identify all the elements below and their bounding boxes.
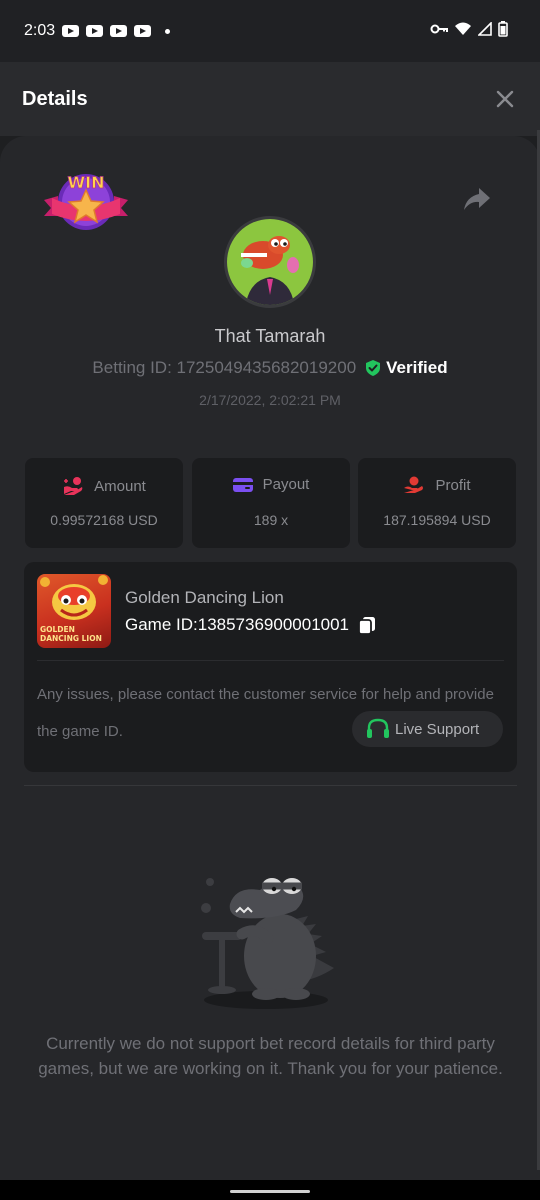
thumb-text-lion: DANCING LION <box>40 634 102 643</box>
payout-label: Payout <box>262 476 310 493</box>
amount-label: Amount <box>94 477 146 495</box>
system-icons <box>430 21 508 37</box>
profit-card: Profit 187.195894 USD <box>358 458 516 548</box>
profit-value: 187.195894 USD <box>383 512 491 528</box>
details-header: Details <box>0 62 540 136</box>
share-icon[interactable] <box>462 186 492 212</box>
close-icon[interactable] <box>496 90 514 108</box>
more-notifications-dot <box>165 29 170 34</box>
game-card: GOLDEN DANCING LION Golden Dancing Lion … <box>24 562 517 772</box>
win-badge-icon: WIN <box>44 173 128 230</box>
third-party-notice: Currently we do not support bet record d… <box>38 1034 503 1078</box>
profit-label: Profit <box>435 476 471 494</box>
game-name: Golden Dancing Lion <box>125 588 284 607</box>
signal-icon <box>478 22 492 36</box>
game-id-row: Game ID:1385736900001001 <box>125 615 377 635</box>
profit-header: Profit <box>358 476 516 494</box>
status-time: 2:03 <box>24 22 56 39</box>
live-support-button[interactable]: Live Support <box>352 711 503 747</box>
key-icon <box>430 24 448 34</box>
page-title: Details <box>22 88 88 110</box>
payout-card: Payout 189 x <box>192 458 350 548</box>
verified-label: Verified <box>386 358 448 377</box>
payout-header: Payout <box>192 476 350 493</box>
card-divider <box>37 660 504 661</box>
betting-id-row: Betting ID: 1725049435682019200 Verified <box>0 358 540 378</box>
verified-shield-icon <box>366 360 381 376</box>
amount-value: 0.99572168 USD <box>50 512 158 528</box>
live-support-label: Live Support <box>395 720 480 738</box>
youtube-icon <box>134 25 151 37</box>
home-handle[interactable] <box>230 1190 310 1193</box>
profit-icon <box>404 476 424 493</box>
bet-timestamp: 2/17/2022, 2:02:21 PM <box>199 392 341 408</box>
game-id: Game ID:1385736900001001 <box>125 615 350 634</box>
headset-icon <box>367 718 389 738</box>
user-name: That Tamarah <box>214 326 326 346</box>
status-bar: 2:03 <box>0 0 540 62</box>
win-badge-label: WIN <box>68 173 105 192</box>
copy-icon[interactable] <box>357 615 377 635</box>
amount-icon <box>64 477 83 495</box>
payout-icon <box>232 477 253 492</box>
section-divider <box>24 785 517 786</box>
thumb-text-golden: GOLDEN <box>40 625 75 634</box>
youtube-icon <box>62 25 79 37</box>
betting-id: Betting ID: 1725049435682019200 <box>92 358 357 377</box>
payout-value: 189 x <box>253 512 289 528</box>
youtube-icon <box>110 25 127 37</box>
avatar <box>224 216 316 308</box>
battery-icon <box>498 21 508 37</box>
wifi-icon <box>455 22 471 35</box>
game-thumbnail[interactable]: GOLDEN DANCING LION <box>37 574 111 648</box>
youtube-icon <box>86 25 103 37</box>
crocodile-mascot-icon <box>201 878 334 1009</box>
lion-dance-icon: GOLDEN DANCING LION <box>40 575 108 643</box>
amount-header: Amount <box>25 476 183 496</box>
amount-card: Amount 0.99572168 USD <box>25 458 183 548</box>
